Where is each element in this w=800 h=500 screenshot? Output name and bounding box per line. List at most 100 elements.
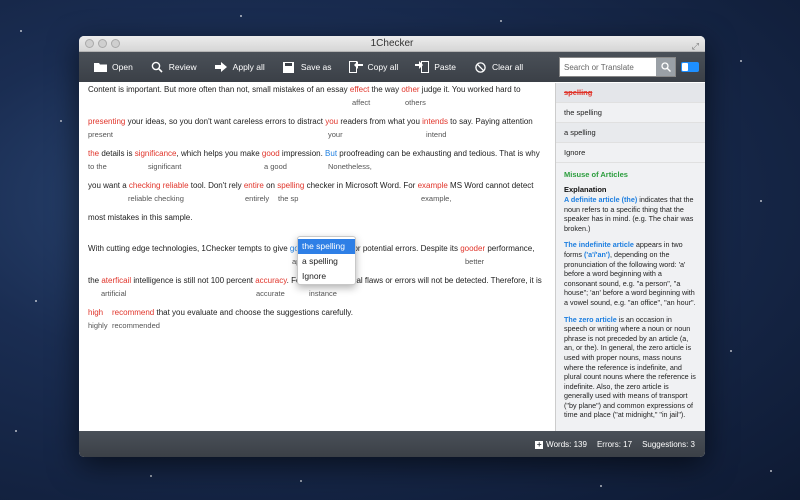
save-as-button[interactable]: Save as [282,61,332,73]
popup-item-ignore[interactable]: Ignore [298,269,355,284]
star [740,60,742,62]
sidebar-original-word: spelling [556,83,705,103]
close-window-button[interactable] [85,39,94,48]
suggestion-label[interactable]: example, [421,194,451,203]
zoom-window-button[interactable] [111,39,120,48]
open-button[interactable]: Open [93,62,133,73]
explanation-title: Explanation [564,185,607,194]
explanation-paragraph: The indefinite article appears in two fo… [564,240,696,307]
error-word[interactable]: the [88,149,99,158]
star [150,475,152,477]
errors-count: Errors: 17 [596,439,633,449]
magnifier-icon [150,61,164,73]
error-category: Misuse of Articles [564,170,628,179]
suggestion-label[interactable]: to the [88,162,107,171]
explanation-paragraph: A definite article (the) indicates that … [564,195,694,233]
window-title: 1Checker [370,38,414,49]
toolbar: Open Review Apply all Save as Copy all P… [79,52,705,82]
no-entry-icon [473,61,487,73]
suggestion-label[interactable]: Nonetheless, [328,162,372,171]
suggestion-label[interactable]: highly [88,321,108,330]
suggestion-label[interactable]: instance [309,289,337,298]
star [240,15,242,17]
suggestion-label[interactable]: entirely [245,194,269,203]
sidebar-item-a-spelling[interactable]: a spelling [556,123,705,143]
save-icon [282,61,296,73]
error-word[interactable]: other [401,85,419,94]
plus-icon[interactable]: + [535,440,544,449]
search-input[interactable] [560,58,656,76]
text-line: most mistakes in this sample. [88,213,193,222]
text-line: the details is significance, which helps… [88,149,540,158]
paste-icon [415,61,430,73]
title-bar: 1Checker ⤢ [79,36,705,52]
error-word[interactable]: gooder [460,244,485,253]
suggestion-label[interactable]: artificial [101,289,126,298]
text-line: high recommend that you evaluate and cho… [88,308,353,317]
suggestion-label[interactable]: the sp [278,194,298,203]
error-word[interactable]: presenting [88,117,125,126]
star [300,480,302,482]
error-word[interactable]: checking reliable [129,181,189,190]
suggestion-label[interactable]: reliable checking [128,194,184,203]
window-controls [85,39,120,48]
error-word[interactable]: intends [422,117,448,126]
suggestion-label[interactable]: present [88,130,113,139]
error-word[interactable]: significance [135,149,177,158]
suggestion-label[interactable]: recommended [112,321,160,330]
sidebar-toggle-button[interactable] [681,62,699,72]
document-editor[interactable]: Content is important. But more often tha… [79,83,555,431]
apply-all-button[interactable]: Apply all [214,62,265,73]
error-word[interactable]: accuracy [255,276,286,285]
search-icon [660,62,671,72]
suggestion-label[interactable]: better [465,257,484,266]
star [60,120,62,122]
error-word[interactable]: spelling [277,181,304,190]
suggestion-label[interactable]: your [328,130,343,139]
sidebar-item-the-spelling[interactable]: the spelling [556,103,705,123]
text-line: you want a checking reliable tool. Don't… [88,181,534,190]
star [35,300,37,302]
suggestion-label[interactable]: intend [426,130,446,139]
error-word[interactable]: high [88,308,103,317]
star [20,30,22,32]
popup-item-a-spelling[interactable]: a spelling [298,254,355,269]
error-word[interactable]: good [262,149,280,158]
error-word[interactable]: you [325,117,338,126]
star [760,200,762,202]
arrow-right-icon [214,62,228,73]
text-line: Content is important. But more often tha… [88,85,521,94]
search-button[interactable] [656,58,675,76]
paste-button[interactable]: Paste [415,61,456,73]
review-button[interactable]: Review [150,61,197,73]
suggestion-label[interactable]: a good [264,162,287,171]
sidebar-item-ignore[interactable]: Ignore [556,143,705,163]
error-word[interactable]: example [418,181,448,190]
star [600,485,602,487]
search-box [559,57,676,77]
folder-icon [93,62,107,73]
explanation-paragraph: The zero article is an occasion in speec… [564,314,696,420]
status-bar: + Words: 139 Errors: 17 Suggestions: 3 [79,431,705,457]
suggestion-label[interactable]: accurate [256,289,285,298]
app-window: 1Checker ⤢ Open Review Apply all Save as… [79,36,705,457]
error-word[interactable]: But [325,149,337,158]
minimize-window-button[interactable] [98,39,107,48]
star [770,470,772,472]
suggestion-label[interactable]: significant [148,162,181,171]
star [500,20,502,22]
suggestion-label[interactable]: affect [352,98,370,107]
suggestion-label[interactable]: others [405,98,426,107]
error-word[interactable]: aterficail [101,276,131,285]
error-word[interactable]: entire [244,181,264,190]
error-word[interactable]: recommend [112,308,154,317]
suggestion-sidebar: spelling the spelling a spelling Ignore … [555,83,705,431]
words-count: + Words: 139 [535,439,587,449]
clear-all-button[interactable]: Clear all [473,61,523,73]
suggestion-popup: the spelling a spelling Ignore [297,236,356,285]
text-line: presenting your ideas, so you don't want… [88,117,533,126]
suggestions-count: Suggestions: 3 [642,439,695,449]
popup-item-the-spelling[interactable]: the spelling [298,239,355,254]
error-word[interactable]: effect [350,85,369,94]
copy-all-button[interactable]: Copy all [348,61,398,73]
